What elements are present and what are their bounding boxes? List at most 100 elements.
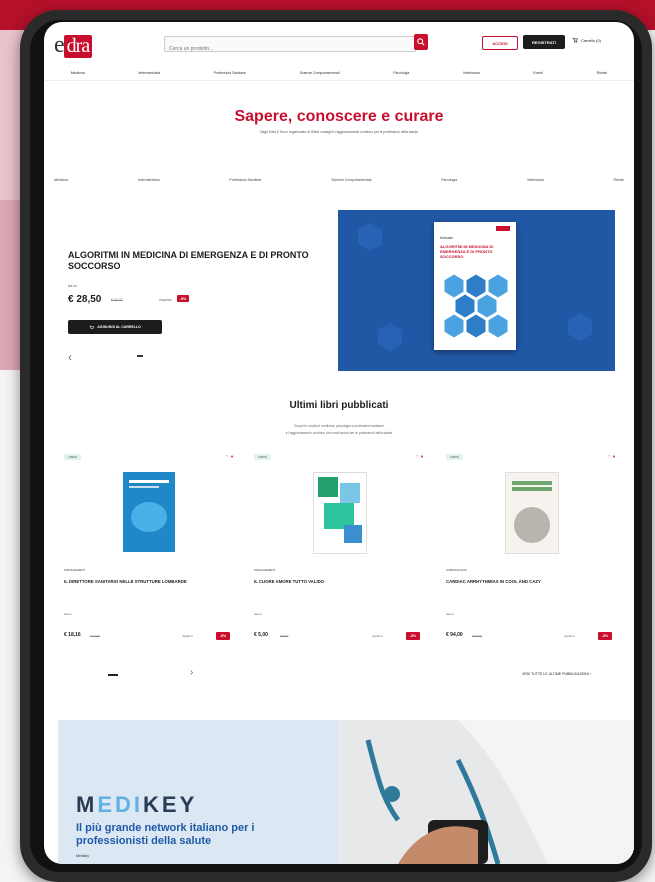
nav-item-infermieristica[interactable]: Infermieristica: [138, 71, 160, 75]
category-bar: Medicina Infermieristica Professioni San…: [54, 178, 624, 182]
nav-item-psicologia[interactable]: Psicologia: [393, 71, 409, 75]
featured-book-cover: Manuale ALGORITMI IN MEDICINA DI EMERGEN…: [434, 222, 516, 350]
latest-carousel-next-button[interactable]: ›: [190, 667, 193, 678]
card-actions: ♡ ▼: [415, 454, 424, 459]
category-infermieristica[interactable]: Infermieristica: [138, 178, 160, 182]
book-save-label: risparmi: [182, 634, 193, 638]
product-type-tag: LIBRO: [64, 454, 82, 460]
book-title[interactable]: CARDIAC ARRHYTHMIAS IN COOL AND CAZY: [446, 579, 616, 585]
discount-badge: -5%: [216, 632, 230, 640]
book-card[interactable]: LIBRO ♡ ▼ CARDIOLOGIA CARDIAC ARRHYTHMIA…: [446, 454, 616, 650]
nav-item-eventi[interactable]: Eventi: [533, 71, 543, 75]
medikey-headline: Il più grande network italiano per i pro…: [76, 822, 255, 847]
book-cover[interactable]: [313, 472, 367, 554]
logo-mark: dra: [63, 35, 93, 58]
product-type-tag: LIBRO: [254, 454, 272, 460]
book-authors: Aa.vv.: [64, 612, 73, 616]
book-card[interactable]: LIBRO ♡ ▼ MANAGEMENT IL DIRETTORE SANITA…: [64, 454, 234, 650]
search-button[interactable]: [414, 34, 428, 50]
book-cover[interactable]: [123, 472, 175, 552]
book-title[interactable]: IL DIRETTORE SANITARIO NELLE STRUTTURE L…: [64, 579, 234, 585]
product-type-tag: LIBRO: [446, 454, 464, 460]
wishlist-icon[interactable]: ♡: [415, 454, 419, 459]
book-old-price: € 5,50: [280, 634, 289, 638]
book-cover[interactable]: [505, 472, 559, 554]
wishlist-icon[interactable]: ♡: [607, 454, 611, 459]
carousel-indicator[interactable]: [137, 355, 143, 357]
medikey-logo-m: M: [76, 792, 98, 817]
cover-graphic: [505, 472, 559, 554]
cart-label: Carrello (0): [581, 37, 602, 43]
cart-icon[interactable]: ▼: [612, 454, 616, 459]
nav-item-medicina[interactable]: Medicina: [71, 71, 85, 75]
wishlist-icon[interactable]: ♡: [225, 454, 229, 459]
cart-icon[interactable]: ▼: [230, 454, 234, 459]
featured-book-cover-panel[interactable]: Manuale ALGORITMI IN MEDICINA DI EMERGEN…: [338, 210, 615, 371]
logo-prefix: e: [54, 32, 65, 58]
main-nav: Medicina Infermieristica Professioni San…: [44, 66, 634, 81]
cart-icon[interactable]: ▼: [420, 454, 424, 459]
book-save-label: risparmi: [564, 634, 575, 638]
medikey-subtext: Medikey: [76, 854, 90, 858]
featured-book-author: Aa.vv.: [68, 284, 78, 288]
see-all-link[interactable]: VEDI TUTTE LE ULTIME PUBBLICAZIONI ›: [522, 672, 591, 676]
doctor-illustration: [338, 720, 634, 864]
add-to-cart-button[interactable]: AGGIUNGI AL CARRELLO: [68, 320, 162, 334]
latest-section-title: Ultimi libri pubblicati: [289, 400, 389, 411]
latest-section-subtitle-2: e l'aggiornamento continuo dei nostri au…: [285, 431, 393, 435]
book-category: MANAGEMENT: [254, 568, 276, 572]
nav-item-professioni-sanitarie[interactable]: Professioni Sanitarie: [214, 71, 246, 75]
chevron-right-icon: ›: [589, 672, 591, 676]
book-category: CARDIOLOGIA: [446, 568, 467, 572]
cover-graphic: [313, 472, 367, 554]
nav-item-riviste[interactable]: Riviste: [597, 71, 608, 75]
medikey-banner[interactable]: MEDIKEY Il più grande network italiano p…: [58, 720, 634, 864]
doctor-photo: [338, 720, 634, 864]
carousel-prev-button[interactable]: ‹: [68, 350, 72, 364]
register-button[interactable]: REGISTRATI: [523, 35, 565, 49]
category-veterinaria[interactable]: Veterinaria: [527, 178, 544, 182]
latest-carousel-indicator[interactable]: [108, 674, 118, 676]
cover-title: ALGORITMI IN MEDICINA DI EMERGENZA E DI …: [440, 244, 494, 259]
featured-price: € 28,50: [68, 294, 102, 305]
cover-subtitle: Manuale: [440, 236, 454, 240]
cart-icon: [89, 325, 95, 329]
search-box: [164, 36, 416, 56]
hero-title: Sapere, conoscere e curare: [234, 108, 444, 125]
category-riviste[interactable]: Riviste: [613, 178, 624, 182]
chevron-right-icon: ›: [190, 667, 194, 678]
category-scienze-comportamentali[interactable]: Scienze Comportamentali: [331, 178, 371, 182]
card-actions: ♡ ▼: [225, 454, 234, 459]
book-authors: Aa.vv.: [446, 612, 455, 616]
see-all-label: VEDI TUTTE LE ULTIME PUBBLICAZIONI: [522, 672, 589, 676]
book-old-price: € 99,00: [472, 634, 483, 638]
book-save-label: risparmi: [372, 634, 383, 638]
nav-item-veterinaria[interactable]: Veterinaria: [463, 71, 480, 75]
book-price: € 94,00: [446, 632, 463, 638]
medikey-logo-key: KEY: [143, 792, 198, 817]
search-input[interactable]: [165, 42, 409, 56]
chevron-left-icon: ‹: [68, 350, 72, 364]
featured-discount-badge: -5%: [177, 295, 189, 302]
cover-publisher-mark: [496, 226, 510, 231]
category-medicina[interactable]: Medicina: [54, 178, 68, 182]
book-authors: Aa.vv.: [254, 612, 263, 616]
category-professioni-sanitarie[interactable]: Professioni Sanitarie: [229, 178, 261, 182]
medikey-logo: MEDIKEY: [76, 792, 197, 818]
cart-link[interactable]: Carrello (0): [572, 37, 601, 43]
book-card[interactable]: LIBRO ♡ ▼ MANAGEMENT IL CUORE AMORE TUTT…: [254, 454, 424, 650]
add-to-cart-label: AGGIUNGI AL CARRELLO: [97, 325, 141, 329]
nav-item-scienze-comportamentali[interactable]: Scienze Comportamentali: [300, 71, 340, 75]
discount-badge: -5%: [406, 632, 420, 640]
book-category: MANAGEMENT: [64, 568, 86, 572]
book-title[interactable]: IL CUORE AMORE TUTTO VALIDO: [254, 579, 424, 585]
login-button[interactable]: ACCEDI: [482, 36, 518, 50]
search-icon: [417, 38, 425, 46]
book-old-price: € 19,90: [90, 634, 101, 638]
featured-book-title[interactable]: ALGORITMI IN MEDICINA DI EMERGENZA E DI …: [68, 250, 316, 272]
cart-icon: [572, 37, 578, 43]
site-logo[interactable]: e dra: [54, 32, 93, 59]
hero-subtitle: Dagli Edra il Trovo organizzato di Ultim…: [260, 130, 418, 134]
category-psicologia[interactable]: Psicologia: [441, 178, 457, 182]
featured-save-label: risparmi: [159, 298, 172, 302]
